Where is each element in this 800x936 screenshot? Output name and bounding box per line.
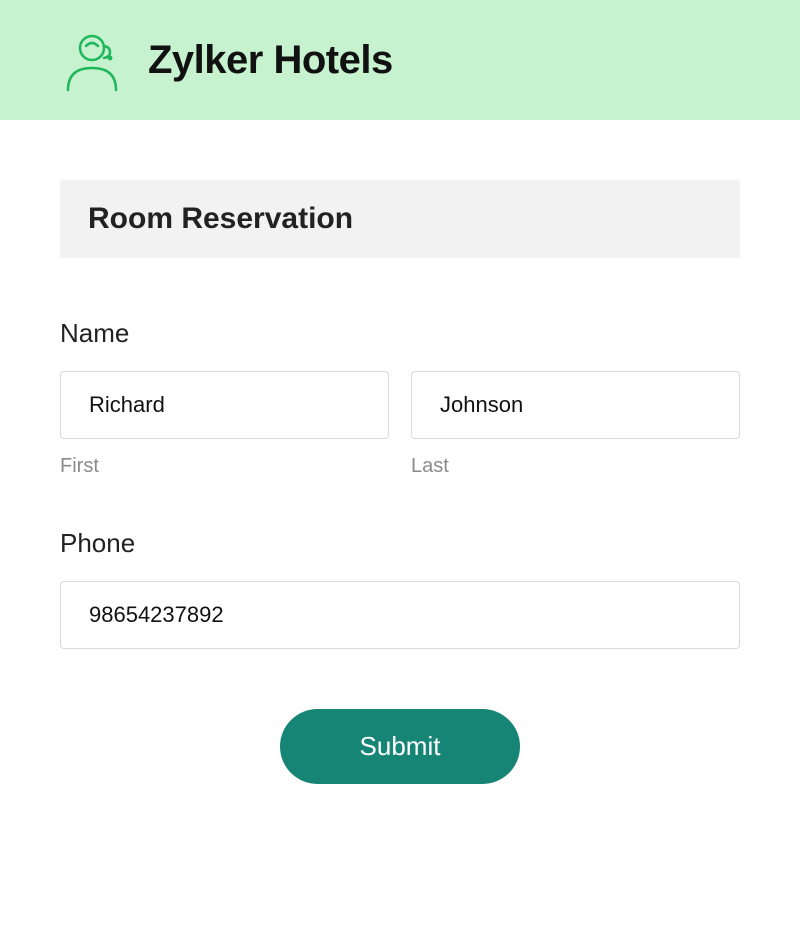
phone-field-group: Phone [60,528,740,649]
first-name-sublabel: First [60,455,389,478]
last-name-sublabel: Last [411,455,740,478]
first-name-input[interactable] [60,371,389,439]
name-field-group: Name First Last [60,318,740,478]
last-name-input[interactable] [411,371,740,439]
submit-button[interactable]: Submit [280,709,521,784]
phone-input[interactable] [60,581,740,649]
submit-row: Submit [60,709,740,784]
first-name-col: First [60,371,389,478]
name-label: Name [60,318,740,349]
phone-label: Phone [60,528,740,559]
last-name-col: Last [411,371,740,478]
concierge-icon [60,28,124,92]
page-title: Zylker Hotels [148,38,393,83]
form-container: Room Reservation Name First Last Phone S… [0,120,800,824]
name-row: First Last [60,371,740,478]
header: Zylker Hotels [0,0,800,120]
section-title: Room Reservation [60,180,740,258]
